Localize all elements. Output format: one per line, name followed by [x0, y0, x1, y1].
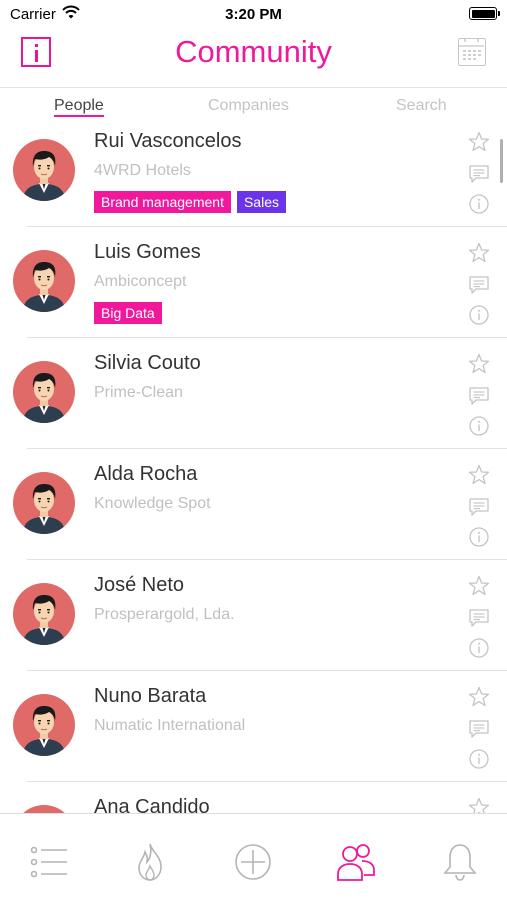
list-item[interactable]: Alda Rocha Knowledge Spot	[0, 458, 507, 569]
info-icon[interactable]	[468, 193, 490, 215]
person-company: Prime-Clean	[94, 384, 183, 401]
page-title: Community	[175, 34, 332, 69]
message-icon[interactable]	[468, 718, 490, 740]
person-name: Luis Gomes	[94, 241, 201, 263]
bell-icon[interactable]	[440, 842, 480, 882]
person-name: Nuno Barata	[94, 685, 207, 707]
interest-tag: Sales	[236, 191, 286, 213]
tab-people-label: People	[54, 97, 104, 114]
status-bar: Carrier 3:20 PM	[0, 0, 507, 28]
favorite-star-icon[interactable]	[468, 797, 490, 813]
message-icon[interactable]	[468, 385, 490, 407]
list-item[interactable]: José Neto Prosperargold, Lda.	[0, 569, 507, 680]
list-item[interactable]: Silvia Couto Prime-Clean	[0, 347, 507, 458]
tag-list: Brand management Sales	[94, 191, 292, 214]
clock: 3:20 PM	[225, 6, 282, 23]
scrollbar[interactable]	[500, 139, 503, 183]
favorite-star-icon[interactable]	[468, 686, 490, 708]
avatar	[13, 694, 75, 756]
person-name: José Neto	[94, 574, 185, 596]
favorite-star-icon[interactable]	[468, 575, 490, 597]
info-icon[interactable]	[468, 748, 490, 770]
row-divider	[27, 226, 507, 227]
list-item[interactable]: Luis Gomes Ambiconcept Big Data	[0, 236, 507, 347]
avatar	[13, 139, 75, 201]
info-icon[interactable]	[468, 415, 490, 437]
avatar	[13, 472, 75, 534]
tab-search[interactable]: Search	[396, 97, 447, 115]
info-icon[interactable]	[468, 637, 490, 659]
row-divider	[27, 559, 507, 560]
list-item[interactable]: Nuno Barata Numatic International	[0, 680, 507, 791]
person-name: Ana Candido	[94, 796, 210, 813]
row-divider	[27, 448, 507, 449]
bottom-tab-bar	[0, 813, 507, 900]
tab-companies[interactable]: Companies	[208, 97, 289, 115]
interest-tag: Big Data	[94, 302, 162, 324]
avatar	[13, 250, 75, 312]
favorite-star-icon[interactable]	[468, 131, 490, 153]
message-icon[interactable]	[468, 274, 490, 296]
person-name: Silvia Couto	[94, 352, 201, 374]
people-icon[interactable]	[336, 842, 376, 882]
row-divider	[27, 781, 507, 782]
active-tab-indicator	[54, 115, 104, 117]
person-company: Numatic International	[94, 717, 246, 734]
info-icon[interactable]	[468, 526, 490, 548]
row-divider	[27, 337, 507, 338]
message-icon[interactable]	[468, 163, 490, 185]
favorite-star-icon[interactable]	[468, 242, 490, 264]
interest-tag: Brand management	[94, 191, 231, 213]
segment-tabs: People Companies Search	[0, 94, 507, 122]
tab-search-label: Search	[396, 97, 447, 114]
person-company: Prosperargold, Lda.	[94, 606, 235, 623]
message-icon[interactable]	[468, 607, 490, 629]
favorite-star-icon[interactable]	[468, 464, 490, 486]
tag-list: Big Data	[94, 302, 168, 325]
calendar-icon[interactable]	[458, 38, 486, 66]
plus-circle-icon[interactable]	[233, 842, 273, 882]
tab-people[interactable]: People	[54, 97, 104, 117]
person-company: 4WRD Hotels	[94, 162, 191, 179]
tab-companies-label: Companies	[208, 97, 289, 114]
person-company: Knowledge Spot	[94, 495, 211, 512]
list-icon[interactable]	[29, 842, 69, 882]
avatar	[13, 361, 75, 423]
people-list[interactable]: Rui Vasconcelos 4WRD Hotels Brand manageme…	[0, 123, 507, 813]
person-company: Ambiconcept	[94, 273, 187, 290]
row-divider	[27, 670, 507, 671]
avatar	[13, 805, 75, 813]
person-name: Alda Rocha	[94, 463, 198, 485]
message-icon[interactable]	[468, 496, 490, 518]
favorite-star-icon[interactable]	[468, 353, 490, 375]
info-icon[interactable]	[468, 304, 490, 326]
battery-icon	[469, 7, 500, 20]
flame-icon[interactable]	[130, 842, 170, 882]
list-item[interactable]: Ana Candido	[0, 791, 507, 813]
avatar	[13, 583, 75, 645]
nav-bar: Community	[0, 28, 507, 88]
person-name: Rui Vasconcelos	[94, 130, 242, 152]
list-item[interactable]: Rui Vasconcelos 4WRD Hotels Brand manageme…	[0, 125, 507, 236]
